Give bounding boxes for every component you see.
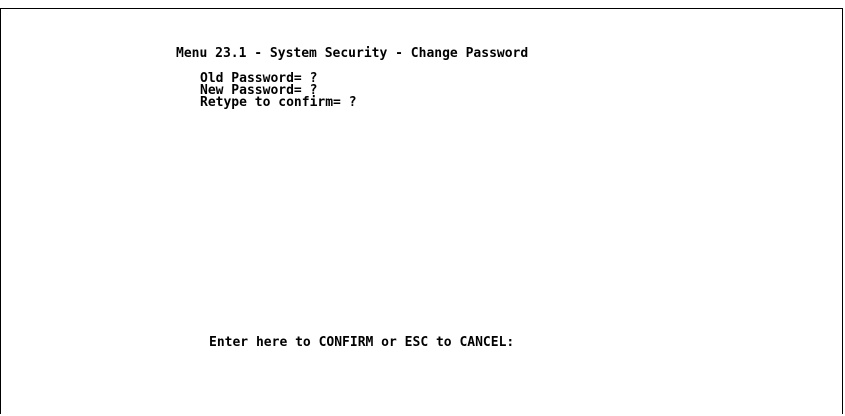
confirm-cancel-prompt[interactable]: Enter here to CONFIRM or ESC to CANCEL:	[209, 335, 514, 350]
retype-password-input[interactable]: ?	[349, 95, 357, 110]
retype-password-label: Retype to confirm=	[200, 95, 349, 110]
retype-password-field[interactable]: Retype to confirm= ?	[200, 95, 357, 110]
terminal-window: Menu 23.1 - System Security - Change Pas…	[0, 8, 843, 414]
password-form: Old Password= ? New Password= ? Retype t…	[200, 72, 357, 110]
menu-title: Menu 23.1 - System Security - Change Pas…	[176, 46, 529, 61]
